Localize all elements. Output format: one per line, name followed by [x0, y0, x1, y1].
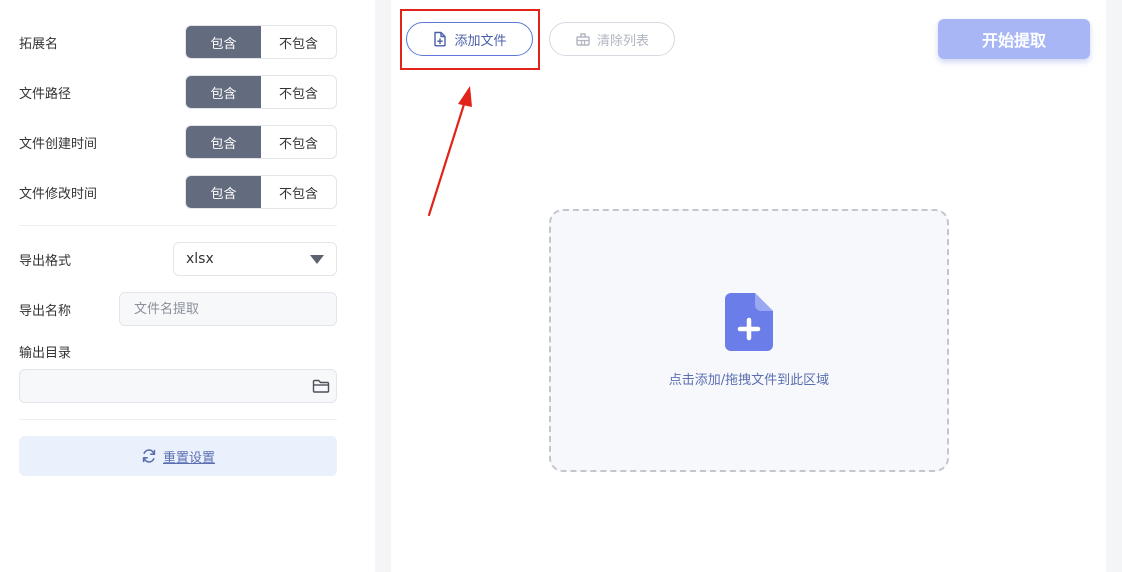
exclude-button[interactable]: 不包含	[261, 176, 336, 208]
refresh-icon	[142, 449, 156, 463]
export-name-label: 导出名称	[19, 303, 72, 319]
folder-icon[interactable]	[312, 378, 330, 394]
add-file-icon	[725, 293, 773, 351]
drop-zone-label: 点击添加/拖拽文件到此区域	[668, 373, 830, 388]
divider	[19, 419, 337, 420]
clear-list-label: 清除列表	[596, 33, 649, 49]
option-row-modified: 文件修改时间 包含 不包含	[19, 175, 337, 209]
exclude-button[interactable]: 不包含	[261, 76, 336, 108]
annotation-arrow-icon	[427, 86, 472, 217]
clear-list-icon	[576, 33, 590, 46]
start-extract-button[interactable]: 开始提取	[938, 19, 1090, 59]
settings-panel: 拓展名 包含 不包含 文件路径 包含 不包含 文件创建时间 包含 不包含 文件修…	[0, 0, 375, 572]
include-button[interactable]: 包含	[186, 126, 261, 158]
exclude-button[interactable]: 不包含	[261, 126, 336, 158]
divider	[19, 225, 337, 226]
dropdown-triangle-icon	[310, 254, 324, 264]
export-name-input[interactable]	[119, 292, 337, 326]
export-format-row: 导出格式 xlsx	[19, 242, 337, 276]
modified-time-toggle: 包含 不包含	[185, 175, 337, 209]
option-row-created: 文件创建时间 包含 不包含	[19, 125, 337, 159]
path-toggle: 包含 不包含	[185, 75, 337, 109]
option-label: 文件创建时间	[19, 136, 98, 152]
option-label: 文件修改时间	[19, 186, 98, 202]
export-format-value: xlsx	[186, 251, 214, 267]
file-drop-zone[interactable]: 点击添加/拖拽文件到此区域	[549, 209, 949, 472]
include-button[interactable]: 包含	[186, 76, 261, 108]
created-time-toggle: 包含 不包含	[185, 125, 337, 159]
clear-list-button[interactable]: 清除列表	[549, 22, 675, 56]
file-panel: 添加文件 清除列表 开始提取 点击添加/拖拽文件到此区域	[391, 0, 1106, 572]
export-format-select[interactable]: xlsx	[173, 242, 337, 276]
reset-settings-label: 重置设置	[162, 450, 215, 466]
include-button[interactable]: 包含	[186, 176, 261, 208]
option-row-path: 文件路径 包含 不包含	[19, 75, 337, 109]
export-name-row: 导出名称	[19, 292, 337, 326]
include-button[interactable]: 包含	[186, 26, 261, 58]
extension-toggle: 包含 不包含	[185, 25, 337, 59]
output-dir-label: 输出目录	[19, 346, 72, 361]
reset-settings-button[interactable]: 重置设置	[19, 436, 337, 476]
highlight-box	[400, 9, 540, 70]
exclude-button[interactable]: 不包含	[261, 26, 336, 58]
option-label: 文件路径	[19, 86, 72, 102]
option-label: 拓展名	[19, 36, 59, 52]
output-dir-field[interactable]	[19, 369, 337, 403]
option-row-extension: 拓展名 包含 不包含	[19, 25, 337, 59]
export-format-label: 导出格式	[19, 253, 72, 269]
